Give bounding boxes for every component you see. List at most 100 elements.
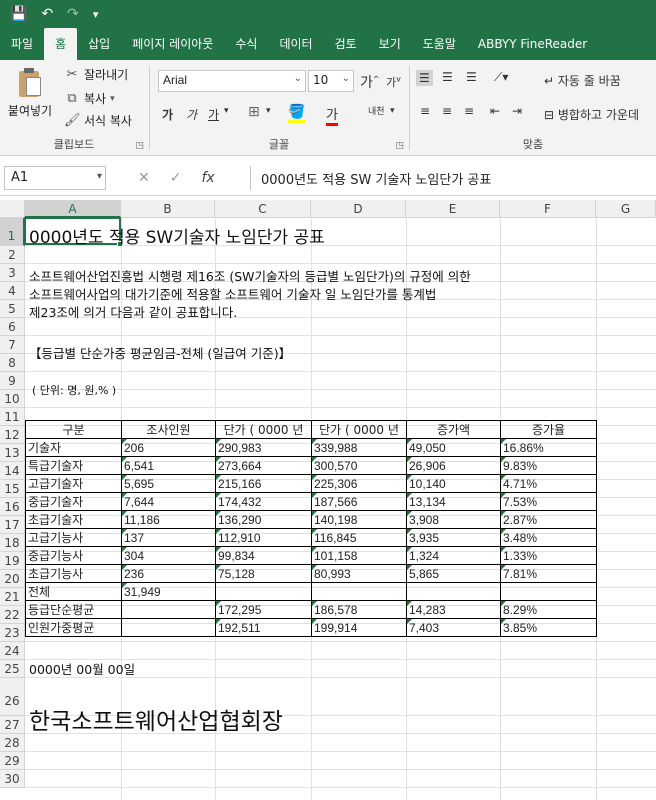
column-header-f[interactable]: F	[500, 200, 596, 218]
table-cell[interactable]: 300,570	[311, 456, 407, 475]
row-header-4[interactable]: 4	[0, 282, 25, 300]
table-cell[interactable]: 11,186	[121, 510, 216, 529]
row-header-1[interactable]: 1	[0, 218, 25, 246]
column-header-a[interactable]: A	[25, 200, 121, 218]
table-cell[interactable]: 3,935	[406, 528, 501, 547]
table-cell[interactable]: 2.87%	[500, 510, 597, 529]
cut-button[interactable]: ✂ 잘라내기	[64, 66, 129, 83]
table-header-cell[interactable]: 단가 ( 0000 년	[215, 420, 312, 439]
fx-icon[interactable]: fx	[201, 170, 214, 186]
table-cell[interactable]: 7,403	[406, 618, 501, 637]
table-cell[interactable]: 304	[121, 546, 216, 565]
tab-page-layout[interactable]: 페이지 레이아웃	[121, 28, 224, 60]
align-top-icon[interactable]: ☰	[416, 70, 433, 86]
cell-a5[interactable]: 제23조에 의거 다음과 같이 공표합니다.	[29, 302, 237, 321]
save-icon[interactable]: 💾	[10, 6, 27, 22]
table-cell[interactable]: 6,541	[121, 456, 216, 475]
cell-a3[interactable]: 소프트웨어산업진흥법 시행령 제16조 (SW기술자의 등급별 노임단가)의 규…	[29, 266, 471, 285]
tab-file[interactable]: 파일	[0, 28, 44, 60]
row-header-2[interactable]: 2	[0, 246, 25, 264]
row-header-16[interactable]: 16	[0, 498, 25, 516]
table-row-label[interactable]: 중급기술자	[25, 492, 122, 511]
table-cell[interactable]: 116,845	[311, 528, 407, 547]
table-cell[interactable]	[406, 582, 501, 601]
undo-icon[interactable]: ↶	[41, 6, 53, 22]
table-cell[interactable]	[311, 582, 407, 601]
row-header-24[interactable]: 24	[0, 642, 25, 660]
table-cell[interactable]	[121, 618, 216, 637]
table-cell[interactable]: 26,906	[406, 456, 501, 475]
tab-data[interactable]: 데이터	[268, 28, 323, 60]
row-header-28[interactable]: 28	[0, 734, 25, 752]
table-cell[interactable]: 112,910	[215, 528, 312, 547]
decrease-indent-icon[interactable]: ⇤	[490, 104, 500, 118]
table-cell[interactable]: 8.29%	[500, 600, 597, 619]
column-header-g[interactable]: G	[596, 200, 656, 218]
tab-home[interactable]: 홈	[44, 28, 78, 60]
table-header-cell[interactable]: 조사인원	[121, 420, 216, 439]
chevron-down-icon[interactable]: ▾	[390, 106, 395, 116]
align-right-icon[interactable]: ≡	[464, 104, 474, 118]
merge-center-button[interactable]: ⊟ 병합하고 가운데	[544, 106, 639, 123]
tab-view[interactable]: 보기	[368, 28, 412, 60]
font-color-button[interactable]: 가	[326, 104, 338, 126]
tab-abbyy[interactable]: ABBYY FineReader	[467, 28, 598, 60]
table-cell[interactable]: 192,511	[215, 618, 312, 637]
row-header-18[interactable]: 18	[0, 534, 25, 552]
table-row-label[interactable]: 전체	[25, 582, 122, 601]
table-cell[interactable]: 206	[121, 438, 216, 457]
row-header-14[interactable]: 14	[0, 462, 25, 480]
table-cell[interactable]: 80,993	[311, 564, 407, 583]
column-header-d[interactable]: D	[311, 200, 406, 218]
row-header-30[interactable]: 30	[0, 770, 25, 788]
cell-a4[interactable]: 소프트웨어사업의 대가기준에 적용할 소프트웨어 기술자 일 노임단가를 통계법	[29, 284, 436, 303]
table-cell[interactable]: 75,128	[215, 564, 312, 583]
table-row-label[interactable]: 중급기능사	[25, 546, 122, 565]
name-box[interactable]: A1 ▾	[4, 166, 106, 190]
font-size-select[interactable]: 10 ⌄	[308, 70, 354, 92]
row-header-3[interactable]: 3	[0, 264, 25, 282]
tab-help[interactable]: 도움말	[412, 28, 467, 60]
table-cell[interactable]: 49,050	[406, 438, 501, 457]
table-cell[interactable]: 225,306	[311, 474, 407, 493]
table-cell[interactable]: 13,134	[406, 492, 501, 511]
dialog-launcher-icon[interactable]: ◳	[395, 141, 404, 151]
table-cell[interactable]: 186,578	[311, 600, 407, 619]
table-cell[interactable]: 339,988	[311, 438, 407, 457]
table-cell[interactable]: 14,283	[406, 600, 501, 619]
cell-a26[interactable]: 한국소프트웨어산업협회장	[29, 702, 283, 736]
row-header-17[interactable]: 17	[0, 516, 25, 534]
select-all-corner[interactable]	[0, 200, 25, 218]
table-header-cell[interactable]: 증가액	[406, 420, 501, 439]
formula-input[interactable]: 0000년도 적용 SW 기술자 노임단가 공표	[250, 166, 656, 190]
table-cell[interactable]: 99,834	[215, 546, 312, 565]
chevron-down-icon[interactable]: ▾	[224, 106, 229, 116]
copy-button[interactable]: ⧉ 복사 ▾	[64, 90, 114, 107]
enter-icon[interactable]: ✓	[170, 170, 182, 186]
table-row-label[interactable]: 초급기능사	[25, 564, 122, 583]
customize-qat-icon[interactable]: ▾	[93, 8, 99, 21]
table-row-label[interactable]: 고급기술자	[25, 474, 122, 493]
table-cell[interactable]: 3.48%	[500, 528, 597, 547]
table-cell[interactable]: 1.33%	[500, 546, 597, 565]
table-cell[interactable]: 136,290	[215, 510, 312, 529]
row-header-10[interactable]: 10	[0, 390, 25, 408]
row-header-21[interactable]: 21	[0, 588, 25, 606]
tab-review[interactable]: 검토	[324, 28, 368, 60]
table-cell[interactable]: 174,432	[215, 492, 312, 511]
row-header-22[interactable]: 22	[0, 606, 25, 624]
table-cell[interactable]: 137	[121, 528, 216, 547]
align-middle-icon[interactable]: ☰	[442, 70, 453, 84]
table-cell[interactable]: 10,140	[406, 474, 501, 493]
table-row-label[interactable]: 특급기술자	[25, 456, 122, 475]
phonetic-button[interactable]: 내천	[368, 104, 385, 117]
cell-a9[interactable]: ( 단위: 명, 원,% )	[32, 382, 116, 398]
dialog-launcher-icon[interactable]: ◳	[135, 141, 144, 151]
row-header-25[interactable]: 25	[0, 660, 25, 678]
cell-a1-title[interactable]: 0000년도 적용 SW기술자 노임단가 공표	[29, 223, 325, 248]
align-center-icon[interactable]: ≡	[442, 104, 452, 118]
table-cell[interactable]: 7.81%	[500, 564, 597, 583]
table-cell[interactable]: 4.71%	[500, 474, 597, 493]
table-cell[interactable]: 5,865	[406, 564, 501, 583]
column-header-b[interactable]: B	[121, 200, 215, 218]
